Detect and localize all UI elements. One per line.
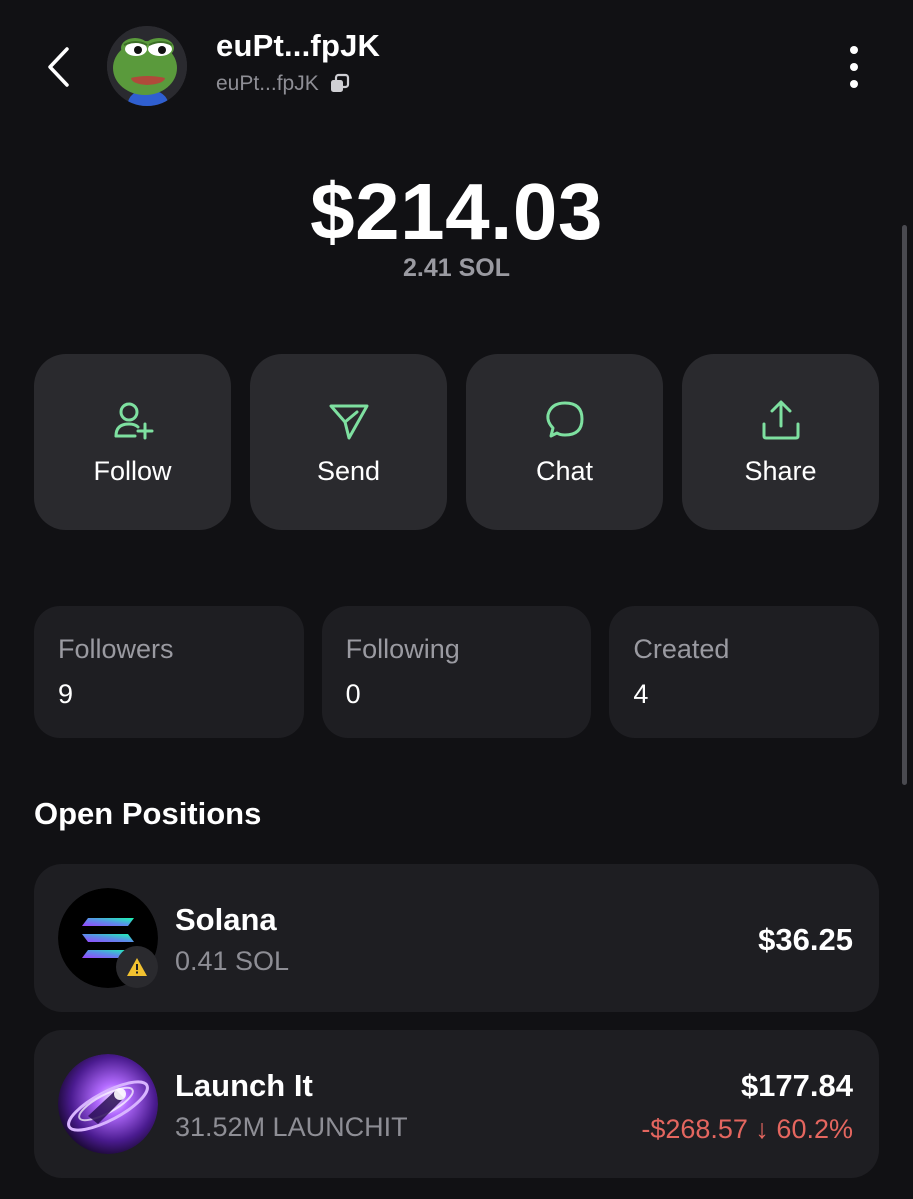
- stat-value: 0: [345, 679, 361, 709]
- wallet-profile-screen: euPt...fpJK euPt...fpJK $214.03 2.41 SOL…: [0, 0, 913, 1199]
- chat-icon: [545, 401, 583, 437]
- share-icon: [762, 400, 799, 439]
- stat-value: 4: [633, 679, 649, 709]
- launchit-token-icon: [58, 1054, 158, 1154]
- avatar[interactable]: [107, 26, 187, 106]
- share-label: Share: [744, 455, 817, 486]
- chat-button[interactable]: Chat: [466, 354, 663, 530]
- warning-icon: [127, 958, 147, 976]
- stat-value: 9: [58, 679, 74, 709]
- token-amount: 31.52M LAUNCHIT: [175, 1112, 408, 1142]
- balance-usd: $214.03: [310, 167, 603, 256]
- token-amount: 0.41 SOL: [175, 946, 290, 976]
- token-name: Solana: [175, 902, 277, 937]
- dot: [850, 80, 858, 88]
- stat-label: Followers: [58, 634, 174, 664]
- chevron-left-icon: [48, 47, 69, 87]
- token-name: Launch It: [175, 1068, 313, 1103]
- stat-label: Created: [633, 634, 730, 664]
- section-title: Open Positions: [34, 796, 262, 831]
- position-row-solana[interactable]: Solana 0.41 SOL $36.25: [34, 864, 879, 1012]
- wallet-address: euPt...fpJK: [216, 72, 319, 95]
- stat-following[interactable]: Following 0: [321, 606, 592, 738]
- more-options-button[interactable]: [836, 42, 872, 92]
- wallet-address-row: euPt...fpJK: [216, 72, 351, 96]
- action-buttons: Follow Send Chat Share: [34, 354, 879, 530]
- profile-stats: Followers 9 Following 0 Created 4: [34, 606, 880, 738]
- dot: [850, 46, 858, 54]
- token-change: -$268.57 ↓ 60.2%: [641, 1114, 853, 1144]
- stat-followers[interactable]: Followers 9: [34, 606, 304, 738]
- send-button[interactable]: Send: [250, 354, 447, 530]
- send-icon: [329, 404, 368, 439]
- share-button[interactable]: Share: [682, 354, 879, 530]
- stat-label: Following: [345, 634, 460, 664]
- token-value: $177.84: [740, 1068, 853, 1103]
- wallet-name: euPt...fpJK: [216, 28, 381, 63]
- token-value: $36.25: [758, 922, 853, 957]
- back-button[interactable]: [38, 44, 78, 90]
- stat-created[interactable]: Created 4: [609, 606, 880, 738]
- follow-label: Follow: [93, 455, 172, 486]
- user-plus-icon: [114, 402, 153, 439]
- balance-sol: 2.41 SOL: [403, 254, 510, 282]
- send-label: Send: [316, 455, 381, 486]
- copy-icon[interactable]: [329, 73, 351, 95]
- frog-avatar-icon: [107, 26, 187, 106]
- follow-button[interactable]: Follow: [34, 354, 231, 530]
- dot: [850, 63, 858, 71]
- warning-badge: [116, 946, 158, 988]
- scrollbar[interactable]: [902, 225, 907, 785]
- position-row-launchit[interactable]: Launch It 31.52M LAUNCHIT $177.84 -$268.…: [34, 1030, 879, 1178]
- chat-label: Chat: [535, 455, 594, 486]
